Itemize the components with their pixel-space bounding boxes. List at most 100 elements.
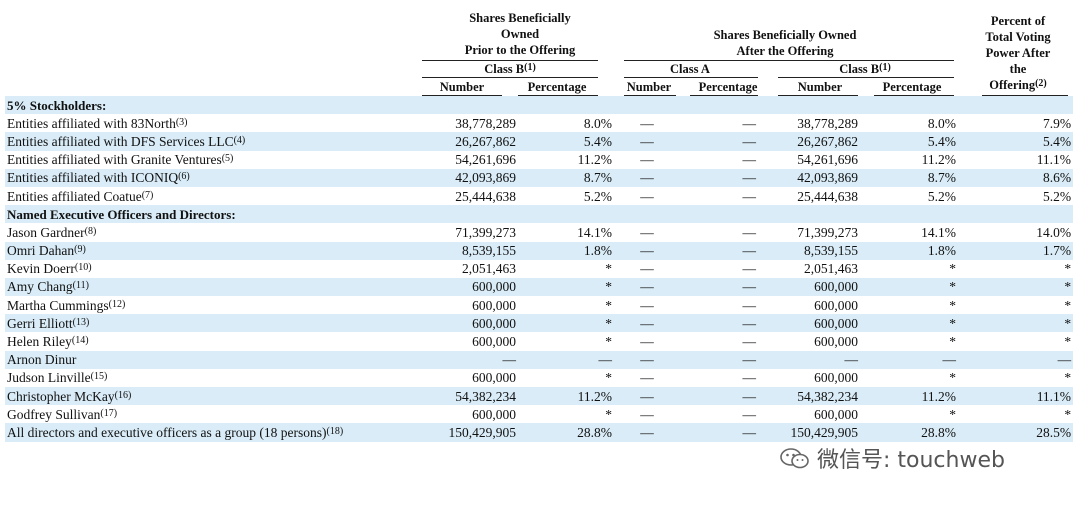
holder-name-cell: Jason Gardner(8) <box>5 223 420 241</box>
class-b-percentage-before: * <box>605 370 612 386</box>
header-pct-line5: Offering <box>989 78 1036 92</box>
table-row: Entities affiliated with ICONIQ(6) 42,093… <box>5 168 1074 187</box>
class-b-percentage-after: 14.1% <box>921 224 956 240</box>
holder-name: Gerri Elliott <box>7 315 73 331</box>
class-a-percentage-after: — <box>742 261 757 277</box>
footnote-ref: (15) <box>90 371 108 383</box>
holder-name-cell: Entities affiliated with ICONIQ(6) <box>5 168 420 187</box>
voting-power-after: 28.5% <box>958 423 1074 442</box>
header-pct-line3: Power After <box>985 46 1051 60</box>
holder-name-cell: Christopher McKay(16) <box>5 387 420 406</box>
ownership-table: 5% Stockholders: Entities affiliated with… <box>5 96 1074 442</box>
class-b-number-before: 8,539,155 <box>420 241 518 260</box>
holder-name-cell: Omri Dahan(9) <box>5 241 420 260</box>
class-b-number-after: 600,000 <box>814 297 858 313</box>
holder-name: Helen Riley <box>7 334 72 350</box>
header-after-class-b-note: (1) <box>879 62 891 73</box>
holder-name: Martha Cummings <box>7 297 109 313</box>
header-before-class-b-note: (1) <box>524 62 536 73</box>
class-a-number-after: — <box>640 334 654 350</box>
class-a-number-after: — <box>614 423 680 442</box>
table-row: Godfrey Sullivan(17) 600,000 * — — 600,000 * * <box>5 405 1073 423</box>
class-underline-2 <box>624 77 758 78</box>
class-b-number-after: 25,444,638 <box>797 188 858 204</box>
col-a-number: Number <box>626 80 672 94</box>
class-a-percentage-after: — <box>680 241 758 260</box>
class-b-percentage-after: * <box>949 261 956 277</box>
class-b-number-before: 54,382,234 <box>420 387 518 406</box>
class-b-percentage-before: 28.8% <box>518 423 614 442</box>
table-row: Entities affiliated with DFS Services LL… <box>5 132 1074 151</box>
class-b-number-after: 26,267,862 <box>758 132 860 151</box>
footnote-ref: (14) <box>71 335 89 347</box>
table-row: Amy Chang(11) 600,000 * — —600,000 * * <box>5 277 1074 297</box>
holder-name-cell: Godfrey Sullivan(17) <box>5 405 420 423</box>
class-underline-3 <box>778 77 954 78</box>
class-a-number-after: — <box>640 224 654 240</box>
holder-name-cell: Kevin Doerr(10) <box>5 260 420 278</box>
class-a-percentage-after: — <box>680 350 758 369</box>
class-b-percentage-before: * <box>605 334 612 350</box>
class-a-number-after: — <box>640 370 654 386</box>
col-b-percentage: Percentage <box>527 80 587 94</box>
class-b-percentage-before: * <box>605 261 612 277</box>
class-b-percentage-before: 11.2% <box>577 152 612 168</box>
header-before-class-b-label: Class B <box>484 62 525 76</box>
holder-name: Entities affiliated with 83North <box>7 115 176 131</box>
voting-power-after: 7.9% <box>1042 115 1072 131</box>
col-ab-percentage: Percentage <box>882 80 942 94</box>
class-a-percentage-after: — <box>742 152 757 168</box>
table-row: Gerri Elliott(13) 600,000 * — —600,000 * * <box>5 314 1074 333</box>
col-a-percentage: Percentage <box>698 80 758 94</box>
class-a-number-after: — <box>614 168 680 187</box>
class-b-percentage-after: 1.8% <box>860 241 958 260</box>
class-b-percentage-after: * <box>949 370 956 386</box>
footnote-ref: (13) <box>72 316 90 328</box>
class-b-number-after: 600,000 <box>814 406 858 422</box>
voting-power-after: — <box>958 350 1074 369</box>
class-a-number-after: — <box>614 241 680 260</box>
class-b-percentage-after: * <box>949 334 956 350</box>
voting-power-after: * <box>958 314 1074 333</box>
class-b-percentage-after: 5.4% <box>860 132 958 151</box>
class-b-percentage-before: 5.4% <box>518 132 614 151</box>
holder-name-cell: Martha Cummings(12) <box>5 296 420 314</box>
class-b-percentage-before: * <box>605 297 612 313</box>
section-heading: 5% Stockholders: <box>5 96 1074 115</box>
class-b-percentage-before: 8.0% <box>583 115 612 131</box>
header-pct-line4: the <box>1009 62 1027 76</box>
holder-name-cell: Entities affiliated with 83North(3) <box>5 114 420 132</box>
class-b-percentage-after: — <box>860 350 958 369</box>
class-b-percentage-before: 5.2% <box>583 188 612 204</box>
holder-name: Kevin Doerr <box>7 261 75 277</box>
class-a-number-after: — <box>614 132 680 151</box>
class-b-percentage-before: 11.2% <box>518 387 614 406</box>
wechat-icon <box>780 448 809 469</box>
holder-name: Amy Chang <box>7 279 73 295</box>
class-a-number-after: — <box>614 277 680 297</box>
section-heading: Named Executive Officers and Directors: <box>5 205 1074 224</box>
watermark: 微信号: touchweb <box>780 442 1005 474</box>
holder-name-cell: Amy Chang(11) <box>5 277 420 297</box>
class-a-number-after: — <box>614 387 680 406</box>
table-row: Kevin Doerr(10) 2,051,463 * — — 2,051,463 * * <box>5 260 1073 278</box>
voting-power-after: * <box>1064 297 1072 313</box>
header-before-offering: Shares Beneficially Owned Prior to the O… <box>420 10 620 58</box>
class-a-number-after: — <box>640 297 654 313</box>
table-row: Martha Cummings(12) 600,000 * — — 600,000 * * <box>5 296 1073 314</box>
class-b-number-after: 600,000 <box>814 334 858 350</box>
class-b-number-before: 26,267,862 <box>420 132 518 151</box>
class-b-percentage-before: * <box>518 277 614 297</box>
holder-name: Omri Dahan <box>7 243 75 259</box>
voting-power-after: 11.1% <box>958 387 1074 406</box>
class-b-percentage-before: 1.8% <box>518 241 614 260</box>
table-row: Judson Linville(15) 600,000 * — — 600,000 * * <box>5 369 1073 387</box>
class-b-number-after: — <box>758 350 860 369</box>
header-pct-line1: Percent of <box>990 14 1046 28</box>
class-b-number-after: 8,539,155 <box>758 241 860 260</box>
section-row: Named Executive Officers and Directors: <box>5 205 1074 224</box>
class-b-percentage-before: * <box>605 406 612 422</box>
header-before-line1: Shares Beneficially <box>469 11 571 25</box>
class-b-number-after: 150,429,905 <box>758 423 860 442</box>
class-a-percentage-after: — <box>742 406 757 422</box>
